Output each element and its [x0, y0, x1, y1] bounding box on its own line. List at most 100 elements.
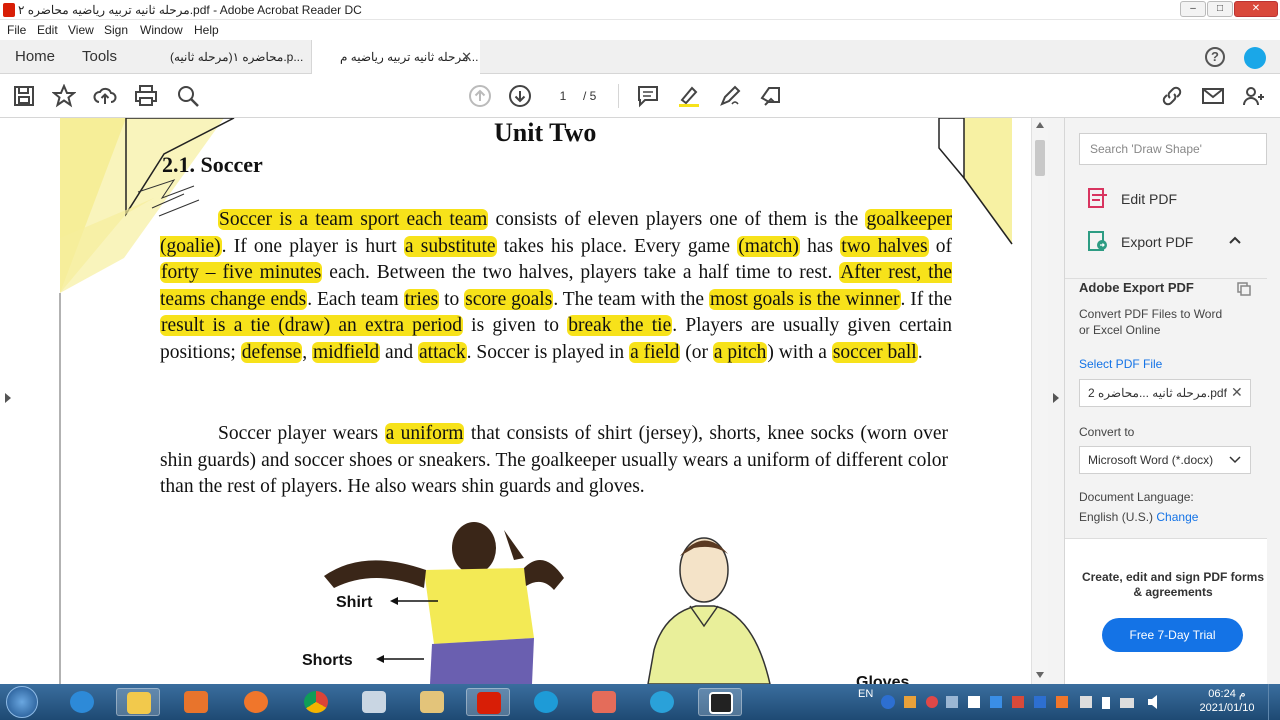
- taskbar-telegram[interactable]: [640, 688, 684, 716]
- menu-bar: File Edit View Sign Window Help: [0, 20, 1280, 40]
- powerpoint-icon: [592, 691, 616, 713]
- convert-format-select[interactable]: Microsoft Word (*.docx): [1079, 446, 1251, 474]
- pdf-page: Unit Two 2.1. Soccer Soccer is a team sp…: [34, 118, 1030, 684]
- convert-format-value: Microsoft Word (*.docx): [1088, 453, 1214, 467]
- zoom-search-icon[interactable]: [176, 84, 200, 108]
- edit-pdf-icon: [1088, 188, 1107, 208]
- taskbar-chrome[interactable]: [294, 688, 338, 716]
- taskbar-media-player[interactable]: [174, 688, 218, 716]
- scroll-up-icon[interactable]: [1036, 122, 1044, 128]
- tab-document-2-label: مرحله ثانیه تربیه ریاضیه م...: [340, 50, 479, 64]
- tab-document-1[interactable]: محاضره ۱(مرحله ثانیه).p...: [150, 40, 312, 74]
- chevron-down-icon: [1229, 456, 1241, 464]
- firefox-icon: [244, 691, 268, 713]
- ie-icon: [70, 691, 94, 713]
- remove-file-icon[interactable]: ✕: [1231, 384, 1243, 401]
- page-number-input[interactable]: 1: [548, 86, 578, 106]
- shirt-label: Shirt: [336, 594, 373, 611]
- section-title: 2.1. Soccer: [162, 152, 263, 177]
- folder-icon: [127, 692, 151, 714]
- export-pdf-icon: [1088, 231, 1107, 251]
- taskbar-paint[interactable]: [410, 688, 454, 716]
- start-button[interactable]: [6, 686, 38, 718]
- select-pdf-file-link[interactable]: Select PDF File: [1079, 356, 1162, 372]
- export-description: Convert PDF Files to Word or Excel Onlin…: [1079, 307, 1223, 337]
- bookmark-star-icon[interactable]: [52, 84, 76, 108]
- promo-section: [1065, 538, 1267, 684]
- maximize-button[interactable]: □: [1207, 1, 1233, 17]
- document-scrollbar[interactable]: [1031, 118, 1048, 684]
- left-gutter: [0, 118, 18, 684]
- change-language-link[interactable]: Change: [1156, 510, 1198, 524]
- taskbar-acrobat[interactable]: [466, 688, 510, 716]
- menu-file[interactable]: File: [7, 23, 26, 37]
- taskbar-snipping-tool[interactable]: [352, 688, 396, 716]
- next-page-icon[interactable]: [508, 84, 532, 108]
- taskbar-internet-explorer[interactable]: [60, 688, 104, 716]
- selected-file-field[interactable]: مرحله ثانیه ...محاضره 2.pdf: [1079, 379, 1251, 407]
- tab-home[interactable]: Home: [15, 48, 55, 65]
- system-tray-icons[interactable]: [880, 692, 1180, 712]
- expand-left-panel-icon[interactable]: [4, 392, 12, 404]
- add-user-icon[interactable]: [1242, 84, 1266, 108]
- menu-sign[interactable]: Sign: [104, 23, 128, 37]
- taskbar-powerpoint[interactable]: [582, 688, 626, 716]
- paint-icon: [420, 691, 444, 713]
- close-tab-icon[interactable]: ✕: [461, 49, 472, 65]
- edge-icon: [534, 691, 558, 713]
- convert-to-label: Convert to: [1079, 425, 1135, 439]
- document-viewport[interactable]: Unit Two 2.1. Soccer Soccer is a team sp…: [0, 118, 1048, 684]
- close-window-button[interactable]: ✕: [1234, 1, 1278, 17]
- clock-time: 06:24 م: [1208, 688, 1246, 700]
- collapse-right-panel-icon[interactable]: [1052, 392, 1060, 404]
- print-icon[interactable]: [134, 84, 158, 108]
- scroll-down-icon[interactable]: [1036, 672, 1044, 678]
- draw-pen-icon[interactable]: [718, 84, 742, 108]
- shirt-arrow-icon: [390, 597, 438, 605]
- taskbar-firefox[interactable]: [234, 688, 278, 716]
- menu-help[interactable]: Help: [194, 23, 219, 37]
- email-icon[interactable]: [1201, 84, 1225, 108]
- chevron-up-icon[interactable]: [1229, 236, 1241, 244]
- taskbar-screen-recorder[interactable]: [698, 688, 742, 716]
- edit-pdf-tool[interactable]: Edit PDF: [1121, 191, 1177, 207]
- telegram-icon: [650, 691, 674, 713]
- tools-search-input[interactable]: Search 'Draw Shape': [1079, 133, 1267, 165]
- show-desktop-button[interactable]: [1268, 684, 1280, 720]
- page-total: / 5: [583, 89, 597, 103]
- goalkeeper-illustration: [647, 537, 771, 684]
- upload-cloud-icon[interactable]: [93, 84, 117, 108]
- comment-icon[interactable]: [636, 84, 660, 108]
- menu-window[interactable]: Window: [140, 23, 183, 37]
- acrobat-app-icon: [3, 3, 15, 17]
- highlighter-icon[interactable]: [677, 84, 701, 108]
- paragraph-1: Soccer is a team sport each team consist…: [160, 209, 953, 363]
- screen-recorder-icon: [709, 692, 733, 714]
- menu-edit[interactable]: Edit: [37, 23, 58, 37]
- export-heading: Adobe Export PDF: [1079, 280, 1194, 295]
- scrollbar-thumb[interactable]: [1035, 140, 1045, 176]
- sign-icon[interactable]: [759, 84, 783, 108]
- taskbar-edge[interactable]: [524, 688, 568, 716]
- shorts-arrow-icon: [376, 655, 424, 663]
- input-language[interactable]: EN: [858, 688, 873, 700]
- minimize-button[interactable]: –: [1180, 1, 1206, 17]
- menu-view[interactable]: View: [68, 23, 94, 37]
- tab-document-2[interactable]: مرحله ثانیه تربیه ریاضیه م... ✕: [312, 40, 480, 74]
- gloves-label: Gloves: [856, 674, 910, 684]
- tab-bar: Home Tools محاضره ۱(مرحله ثانیه).p... مر…: [0, 40, 1280, 74]
- export-pdf-tool[interactable]: Export PDF: [1121, 234, 1193, 250]
- copy-icon[interactable]: [1237, 282, 1251, 296]
- help-icon[interactable]: ?: [1205, 47, 1225, 67]
- save-icon[interactable]: [12, 84, 36, 108]
- tab-tools[interactable]: Tools: [82, 48, 117, 65]
- account-icon[interactable]: [1244, 47, 1266, 69]
- taskbar-file-explorer[interactable]: [116, 688, 160, 716]
- previous-page-icon[interactable]: [468, 84, 492, 108]
- media-player-icon: [184, 691, 208, 713]
- free-trial-button[interactable]: Free 7-Day Trial: [1102, 618, 1243, 652]
- panel-scrollbar[interactable]: [1267, 178, 1280, 684]
- selected-file-name: مرحله ثانیه ...محاضره 2.pdf: [1088, 386, 1227, 400]
- share-link-icon[interactable]: [1160, 84, 1184, 108]
- system-clock[interactable]: 06:24 م 2021/01/10: [1196, 687, 1258, 715]
